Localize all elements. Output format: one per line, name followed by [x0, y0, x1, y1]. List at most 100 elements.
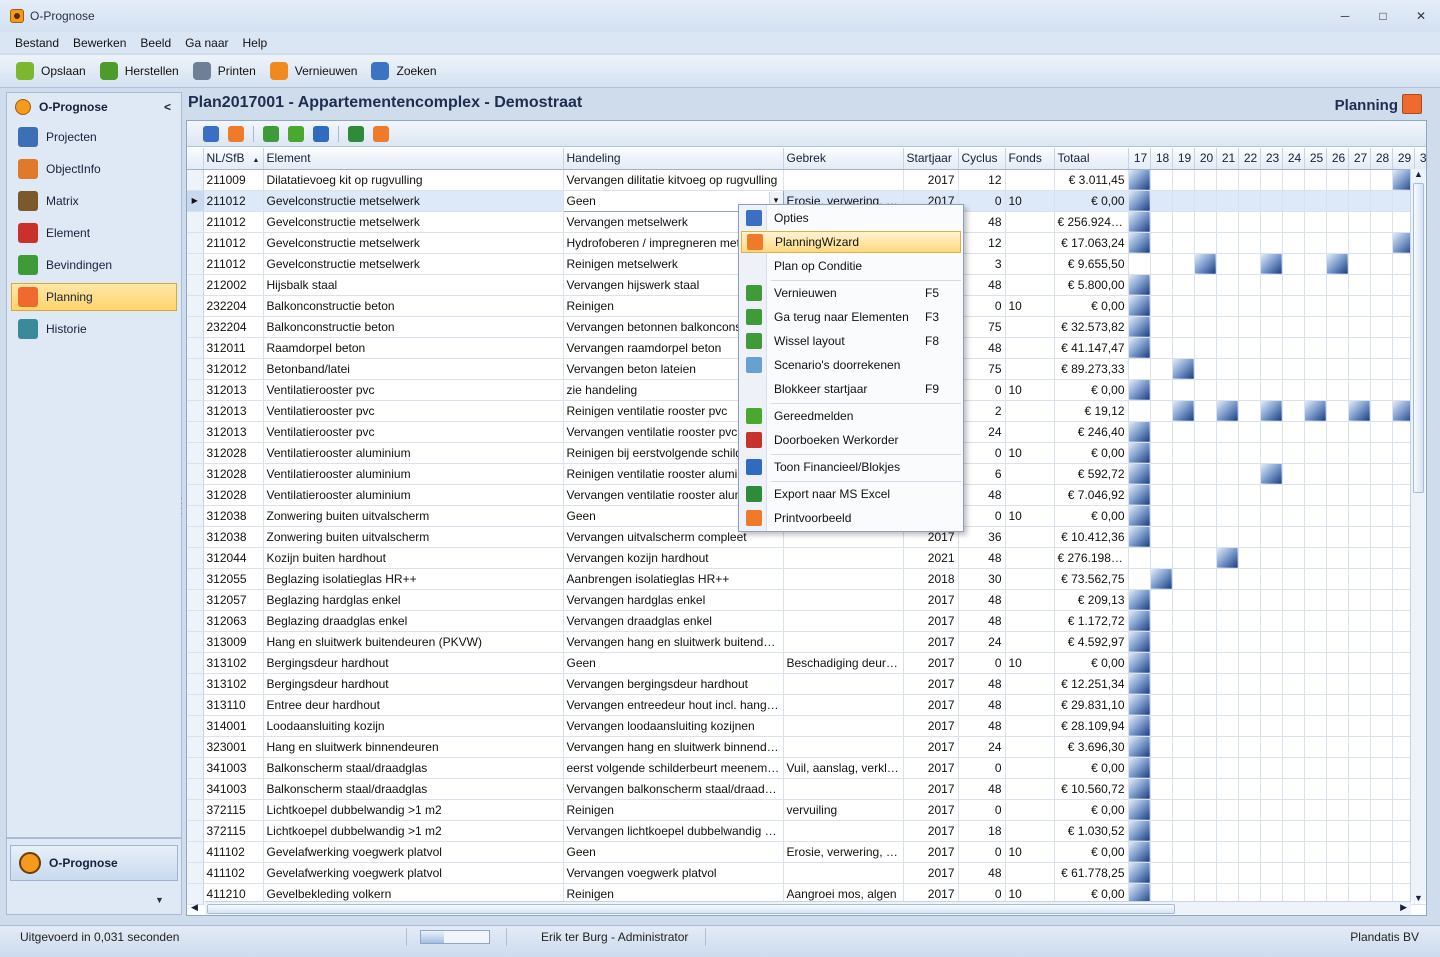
- year-cell[interactable]: [1282, 799, 1305, 821]
- cell-totaal[interactable]: € 12.251,34: [1054, 673, 1129, 695]
- year-cell[interactable]: [1238, 820, 1261, 842]
- menu-help[interactable]: Help: [235, 36, 274, 50]
- year-cell[interactable]: [1128, 400, 1151, 422]
- planned-action-block[interactable]: [1128, 169, 1151, 191]
- year-cell[interactable]: [1260, 820, 1283, 842]
- year-cell[interactable]: [1282, 736, 1305, 758]
- cell-sfb[interactable]: 372115: [203, 820, 264, 842]
- year-cell[interactable]: [1150, 631, 1173, 653]
- year-cell[interactable]: [1370, 379, 1393, 401]
- year-cell[interactable]: [1326, 463, 1349, 485]
- year-cell[interactable]: [1348, 253, 1371, 275]
- cell-gebrek[interactable]: [783, 631, 904, 653]
- year-cell[interactable]: [1348, 295, 1371, 317]
- year-cell[interactable]: [1304, 610, 1327, 632]
- cell-handeling[interactable]: Geen: [563, 652, 784, 674]
- cell-cyclus[interactable]: 48: [958, 673, 1006, 695]
- cell-totaal[interactable]: € 10.560,72: [1054, 778, 1129, 800]
- year-cell[interactable]: [1282, 820, 1305, 842]
- year-cell[interactable]: [1348, 694, 1371, 716]
- year-cell[interactable]: [1282, 526, 1305, 548]
- year-cell[interactable]: [1216, 442, 1239, 464]
- year-cell[interactable]: [1282, 673, 1305, 695]
- context-menu-item-opties[interactable]: Opties: [741, 207, 961, 229]
- cell-fonds[interactable]: [1005, 820, 1055, 842]
- menu-bewerken[interactable]: Bewerken: [66, 36, 133, 50]
- cell-start[interactable]: 2017: [903, 652, 959, 674]
- year-cell[interactable]: [1260, 484, 1283, 506]
- year-cell[interactable]: [1216, 526, 1239, 548]
- year-cell[interactable]: [1326, 757, 1349, 779]
- cell-cyclus[interactable]: 30: [958, 568, 1006, 590]
- year-cell[interactable]: [1260, 421, 1283, 443]
- vernieuwen-button[interactable]: Vernieuwen: [268, 60, 357, 82]
- year-cell[interactable]: [1348, 169, 1371, 191]
- year-cell[interactable]: [1172, 652, 1195, 674]
- year-cell[interactable]: [1304, 232, 1327, 254]
- year-cell[interactable]: [1370, 169, 1393, 191]
- planned-action-block[interactable]: [1128, 757, 1151, 779]
- cell-fonds[interactable]: 10: [1005, 190, 1055, 212]
- year-cell[interactable]: [1304, 841, 1327, 863]
- year-cell[interactable]: [1194, 505, 1217, 527]
- euro-blue-icon[interactable]: [313, 125, 329, 142]
- year-cell[interactable]: [1304, 631, 1327, 653]
- year-cell[interactable]: [1216, 652, 1239, 674]
- context-menu-item-blokkeer-startjaar[interactable]: Blokkeer startjaar F9: [741, 378, 961, 400]
- cell-totaal[interactable]: € 32.573,82: [1054, 316, 1129, 338]
- year-cell[interactable]: [1238, 316, 1261, 338]
- year-cell[interactable]: [1128, 568, 1151, 590]
- year-cell[interactable]: [1194, 400, 1217, 422]
- cell-start[interactable]: 2021: [903, 547, 959, 569]
- year-cell[interactable]: [1194, 841, 1217, 863]
- year-cell[interactable]: [1238, 715, 1261, 737]
- year-cell[interactable]: [1260, 589, 1283, 611]
- cell-fonds[interactable]: [1005, 232, 1055, 254]
- year-cell[interactable]: [1304, 526, 1327, 548]
- cell-cyclus[interactable]: 36: [958, 526, 1006, 548]
- scroll-up-icon[interactable]: ▲: [1414, 169, 1423, 179]
- year-cell[interactable]: [1304, 316, 1327, 338]
- planned-action-block[interactable]: [1128, 190, 1151, 212]
- cell-element[interactable]: Ventilatierooster pvc: [263, 400, 564, 422]
- year-cell[interactable]: [1194, 337, 1217, 359]
- sidebar-item-planning[interactable]: Planning: [11, 283, 177, 311]
- year-cell[interactable]: [1326, 715, 1349, 737]
- chevron-down-icon[interactable]: ▼: [155, 895, 164, 905]
- cell-fonds[interactable]: 10: [1005, 379, 1055, 401]
- year-cell[interactable]: [1238, 379, 1261, 401]
- year-cell[interactable]: [1150, 757, 1173, 779]
- year-cell[interactable]: [1370, 211, 1393, 233]
- year-cell[interactable]: [1172, 337, 1195, 359]
- year-cell[interactable]: [1238, 190, 1261, 212]
- year-cell[interactable]: [1326, 358, 1349, 380]
- zoeken-button[interactable]: Zoeken: [369, 60, 437, 82]
- year-cell[interactable]: [1348, 274, 1371, 296]
- cell-gebrek[interactable]: Vuil, aanslag, verkle...: [783, 757, 904, 779]
- year-cell[interactable]: [1260, 757, 1283, 779]
- cell-fonds[interactable]: 10: [1005, 841, 1055, 863]
- cell-gebrek[interactable]: [783, 568, 904, 590]
- year-cell[interactable]: [1216, 610, 1239, 632]
- planned-action-block[interactable]: [1128, 736, 1151, 758]
- print-preview-icon[interactable]: [373, 125, 389, 142]
- year-cell[interactable]: [1370, 463, 1393, 485]
- cell-sfb[interactable]: 312038: [203, 505, 264, 527]
- year-cell[interactable]: [1172, 421, 1195, 443]
- year-cell[interactable]: [1216, 190, 1239, 212]
- scroll-right-icon[interactable]: ▶: [1400, 902, 1407, 913]
- year-cell[interactable]: [1216, 463, 1239, 485]
- splitter-handle[interactable]: · · · ·: [180, 494, 184, 518]
- year-cell[interactable]: [1326, 379, 1349, 401]
- year-cell[interactable]: [1238, 799, 1261, 821]
- year-cell[interactable]: [1282, 505, 1305, 527]
- year-cell[interactable]: [1348, 778, 1371, 800]
- year-cell[interactable]: [1150, 862, 1173, 884]
- year-cell[interactable]: [1194, 484, 1217, 506]
- year-cell[interactable]: [1326, 778, 1349, 800]
- column-header-gebrek[interactable]: Gebrek: [783, 148, 904, 170]
- cell-fonds[interactable]: [1005, 589, 1055, 611]
- year-cell[interactable]: [1326, 820, 1349, 842]
- year-cell[interactable]: [1348, 862, 1371, 884]
- planned-action-block[interactable]: [1128, 505, 1151, 527]
